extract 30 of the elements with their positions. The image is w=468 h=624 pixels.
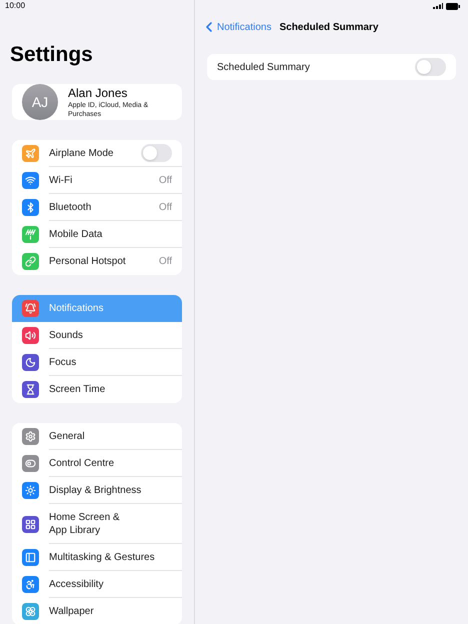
row-label: Wi-Fi	[49, 174, 74, 186]
row-label: Mobile Data	[49, 228, 104, 240]
settings-title: Settings	[10, 42, 94, 68]
row-label: Control Centre	[49, 456, 116, 470]
row-label: Bluetooth	[49, 200, 92, 214]
avatar: AJ	[22, 84, 58, 120]
row-label: Home Screen & App Library	[49, 510, 121, 536]
toggle-switch[interactable]	[415, 58, 446, 76]
toggle-switch[interactable]	[141, 144, 172, 162]
row-label: Accessibility	[49, 578, 104, 590]
signal-icon	[433, 3, 443, 9]
row-label: Wallpaper	[49, 605, 95, 618]
row-value: Off	[158, 174, 172, 188]
status-time: 10:00	[5, 0, 26, 12]
page-title: Scheduled Summary	[279, 20, 378, 34]
row-label: Focus	[49, 356, 78, 368]
row-value: Off	[158, 200, 172, 214]
row-value: Off	[158, 255, 172, 269]
row-label: General	[49, 430, 86, 442]
battery-icon	[446, 2, 460, 10]
row-label: Notifications	[49, 302, 104, 315]
profile-name: Alan Jones	[68, 86, 128, 100]
row-label: Screen Time	[49, 383, 106, 396]
row-label: Multitasking & Gestures	[49, 550, 156, 564]
row-label: Scheduled Summary	[217, 60, 311, 74]
row-label: Display & Brightness	[49, 484, 142, 496]
back-button[interactable]: Notifications	[201, 19, 272, 35]
row-label: Personal Hotspot	[49, 255, 127, 268]
row-label: Airplane Mode	[49, 146, 114, 160]
row-label: Sounds	[49, 328, 84, 342]
